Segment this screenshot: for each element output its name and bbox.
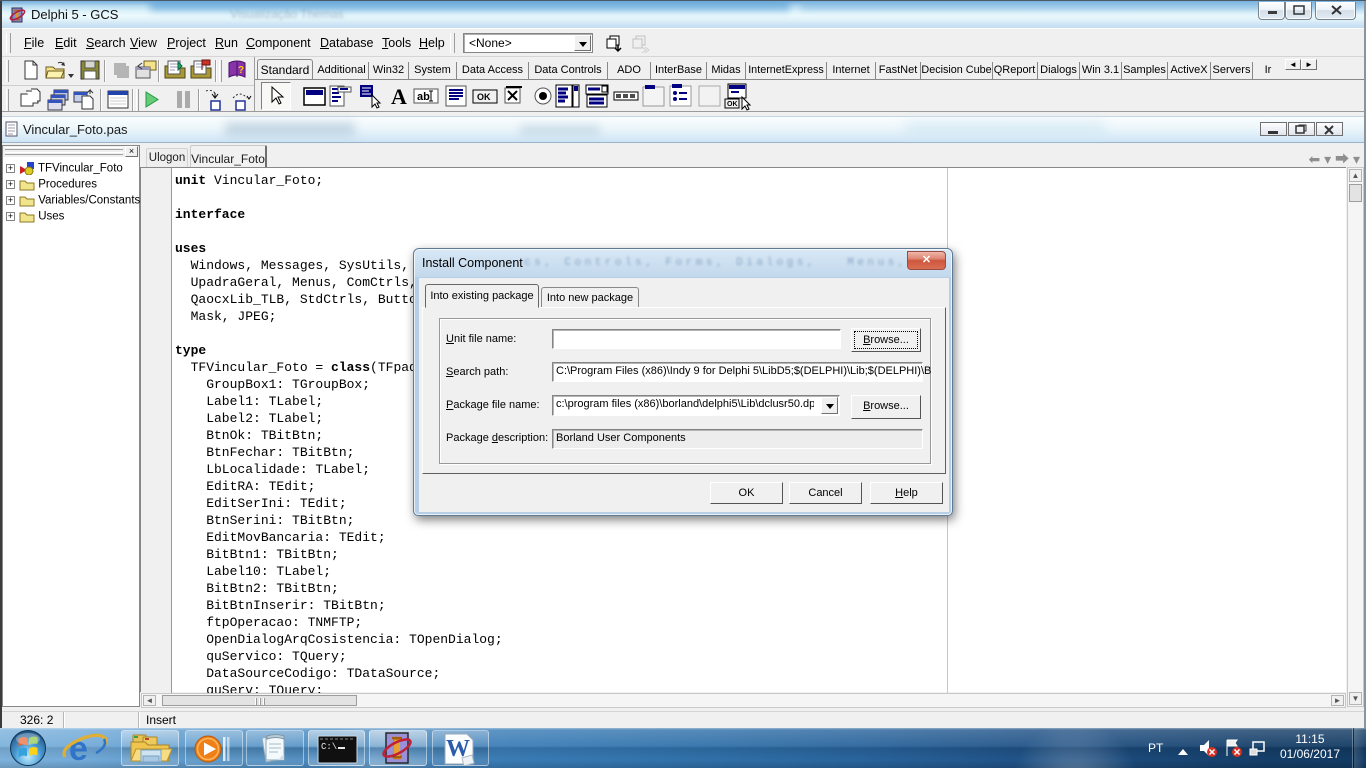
svg-text:ab: ab bbox=[417, 91, 430, 103]
svg-text:A: A bbox=[391, 84, 407, 109]
svg-text:OK: OK bbox=[477, 92, 491, 102]
svg-text:?: ? bbox=[238, 65, 244, 76]
svg-text:C:\: C:\ bbox=[321, 742, 337, 752]
svg-text:OK: OK bbox=[727, 101, 738, 108]
